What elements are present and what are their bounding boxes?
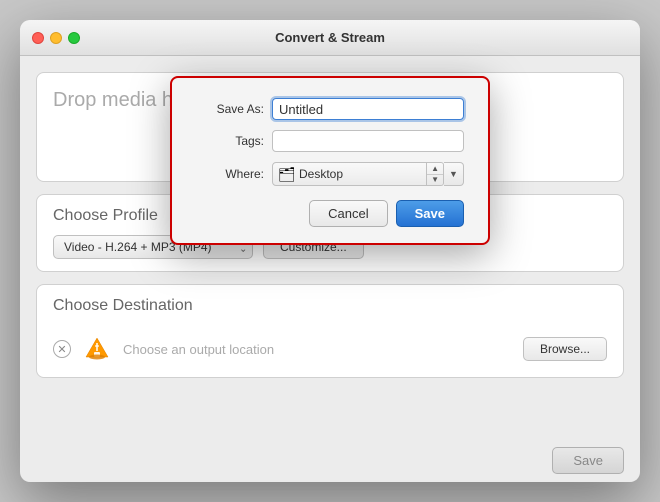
traffic-lights [32,32,80,44]
where-up-arrow[interactable]: ▲ [427,163,443,175]
app-window: Convert & Stream Drop media her Beautifu… [20,20,640,482]
main-content: Drop media her Beautiful You.mov Open me… [20,56,640,439]
modal-buttons: Cancel Save [196,200,464,227]
where-row: Where: 🗂 Desktop ▲ ▼ ▼ [196,162,464,186]
where-label: Where: [196,167,264,181]
save-dialog: Save As: Tags: Where: 🗂 Desktop [170,76,490,245]
window-title: Convert & Stream [275,30,385,45]
tags-label: Tags: [196,134,264,148]
save-as-row: Save As: [196,98,464,120]
where-select-wrapper: 🗂 Desktop [272,162,427,186]
modal-overlay: Save As: Tags: Where: 🗂 Desktop [20,56,640,439]
where-arrows: ▲ ▼ [427,162,444,186]
maximize-button[interactable] [68,32,80,44]
tags-input[interactable] [272,130,464,152]
cancel-button[interactable]: Cancel [309,200,387,227]
close-button[interactable] [32,32,44,44]
where-select[interactable]: Desktop [272,162,427,186]
where-down-arrow[interactable]: ▼ [427,175,443,186]
where-expand-button[interactable]: ▼ [444,162,464,186]
save-button[interactable]: Save [396,200,464,227]
bottom-bar: Save [20,439,640,482]
save-as-label: Save As: [196,102,264,116]
titlebar: Convert & Stream [20,20,640,56]
tags-row: Tags: [196,130,464,152]
save-as-input[interactable] [272,98,464,120]
main-save-button[interactable]: Save [552,447,624,474]
minimize-button[interactable] [50,32,62,44]
